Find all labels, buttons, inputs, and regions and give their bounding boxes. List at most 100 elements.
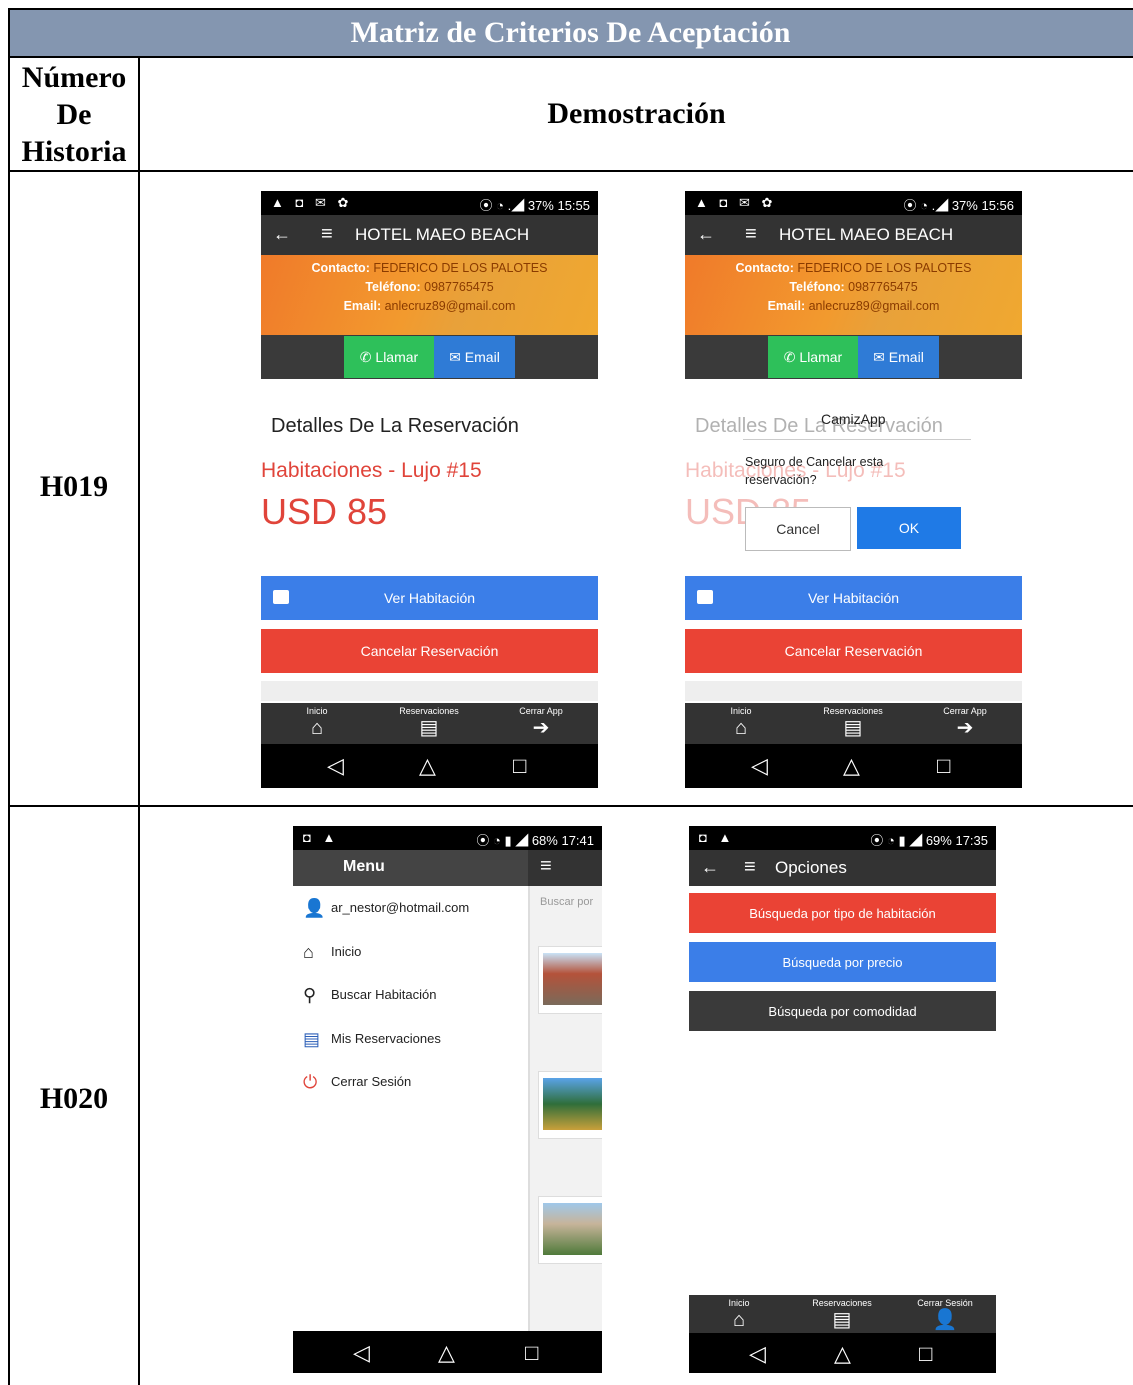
envelope-icon: ✉	[873, 348, 889, 365]
app-bar: ≡	[528, 850, 602, 886]
status-icons: ◘ ▲	[303, 830, 340, 845]
list-icon: ▤	[832, 1309, 852, 1331]
status-bar: ◘ ▲ ⦿ ◔ ▮ ◢ 69% 17:35	[689, 826, 996, 850]
hamburger-menu-icon[interactable]: ≡	[745, 223, 757, 246]
tab-cerrar-app[interactable]: Cerrar App ➔	[501, 706, 581, 740]
phone-screenshot-menu: ◘ ▲ ⦿ ◔ ▮ ◢ 68% 17:41 Menu ≡ Buscar por …	[293, 826, 602, 1373]
phone-value: 0987765475	[424, 280, 494, 294]
hotel-thumbnail[interactable]	[538, 946, 602, 1014]
nav-back-icon[interactable]: ◁	[749, 1341, 766, 1367]
tab-inicio[interactable]: Inicio ⌂	[699, 1298, 779, 1332]
home-icon: ⌂	[734, 717, 748, 739]
user-icon: 👤	[932, 1309, 958, 1331]
background-content: Buscar por	[530, 886, 602, 1331]
exit-icon: ➔	[532, 717, 550, 739]
table-divider	[8, 170, 1133, 172]
option-room-type-button[interactable]: Búsqueda por tipo de habitación	[689, 893, 996, 933]
hamburger-menu-icon[interactable]: ≡	[744, 856, 756, 879]
power-icon: ⏻	[303, 1072, 318, 1092]
menu-title: Menu	[343, 858, 385, 875]
status-bar: ▲ ◘ ✉ ✿ ⦿ ◔ .◢ 37% 15:55	[261, 191, 598, 215]
back-arrow-icon[interactable]: ←	[701, 857, 719, 878]
email-button[interactable]: ✉ Email	[858, 336, 939, 378]
nav-back-icon[interactable]: ◁	[751, 753, 768, 779]
app-title: Opciones	[775, 858, 847, 877]
search-input[interactable]: Buscar por	[540, 896, 593, 908]
header-story-number: Número De Historia	[21, 60, 127, 168]
bottom-tab-bar: Inicio ⌂ Reservaciones ▤ Cerrar Sesión 👤	[689, 1295, 996, 1333]
phone-screenshot-reservation: ▲ ◘ ✉ ✿ ⦿ ◔ .◢ 37% 15:55 ← ≡ HOTEL MAEO …	[261, 191, 598, 788]
phone-screenshot-options: ◘ ▲ ⦿ ◔ ▮ ◢ 69% 17:35 ← ≡ Opciones Búsqu…	[689, 826, 996, 1373]
room-name: Habitaciones - Lujo #15	[261, 459, 482, 482]
view-room-button[interactable]: Ver Habitación	[261, 576, 598, 620]
menu-item-user[interactable]: 👤 ar_nestor@hotmail.com	[303, 898, 469, 919]
story-id: H019	[39, 470, 109, 503]
menu-item-inicio[interactable]: ⌂ Inicio	[303, 942, 361, 963]
cancel-reservation-label: Cancelar Reservación	[784, 643, 923, 659]
tab-cerrar-sesion[interactable]: Cerrar Sesión 👤	[905, 1298, 985, 1332]
nav-home-icon[interactable]: △	[834, 1341, 851, 1367]
tab-reservaciones[interactable]: Reservaciones ▤	[802, 1298, 882, 1332]
android-nav-bar: ◁ △ □	[689, 1333, 996, 1373]
nav-recents-icon[interactable]: □	[513, 753, 526, 779]
tab-inicio[interactable]: Inicio ⌂	[277, 706, 357, 740]
tab-label: Reservaciones	[812, 1298, 872, 1308]
dialog-cancel-button[interactable]: Cancel	[745, 507, 851, 551]
cancel-reservation-button[interactable]: Cancelar Reservación	[685, 629, 1022, 673]
phone-label: Teléfono:	[365, 280, 421, 294]
view-room-button[interactable]: Ver Habitación	[685, 576, 1022, 620]
hamburger-menu-icon[interactable]: ≡	[321, 223, 333, 246]
menu-item-cerrar-sesion[interactable]: ⏻ Cerrar Sesión	[303, 1072, 411, 1093]
hotel-photo	[543, 1078, 602, 1130]
menu-item-buscar[interactable]: ⚲ Buscar Habitación	[303, 985, 437, 1006]
nav-back-icon[interactable]: ◁	[353, 1340, 370, 1366]
app-title: HOTEL MAEO BEACH	[355, 225, 530, 244]
tab-cerrar-app[interactable]: Cerrar App ➔	[925, 706, 1005, 740]
menu-item-label: Mis Reservaciones	[331, 1030, 441, 1046]
back-arrow-icon[interactable]: ←	[697, 224, 715, 245]
app-title: HOTEL MAEO BEACH	[779, 225, 954, 244]
hotel-thumbnail[interactable]	[538, 1196, 602, 1264]
status-clock: ⦿ ◔ ▮ ◢ 69% 17:35	[870, 833, 988, 848]
tab-label: Reservaciones	[823, 706, 883, 716]
tab-label: Inicio	[728, 1298, 750, 1308]
cancel-reservation-button[interactable]: Cancelar Reservación	[261, 629, 598, 673]
back-arrow-icon[interactable]: ←	[273, 224, 291, 245]
list-icon: ▤	[303, 1029, 321, 1049]
dialog-ok-button[interactable]: OK	[857, 507, 961, 549]
nav-recents-icon[interactable]: □	[937, 753, 950, 779]
hotel-thumbnail[interactable]	[538, 1071, 602, 1139]
divider	[261, 681, 598, 701]
dialog-message-line: reservación?	[745, 473, 817, 487]
dialog-message-line: Seguro de Cancelar esta	[745, 455, 884, 469]
nav-home-icon[interactable]: △	[419, 753, 436, 779]
status-icons: ▲ ◘ ✉ ✿	[695, 195, 777, 210]
email-button[interactable]: ✉ Email	[434, 336, 515, 378]
nav-home-icon[interactable]: △	[843, 753, 860, 779]
call-button[interactable]: ✆ Llamar	[768, 336, 858, 378]
call-button[interactable]: ✆ Llamar	[344, 336, 434, 378]
story-id: H020	[39, 1082, 109, 1115]
hamburger-menu-icon[interactable]: ≡	[540, 855, 552, 878]
phone-value: 0987765475	[848, 280, 918, 294]
tab-reservaciones[interactable]: Reservaciones ▤	[813, 706, 893, 740]
home-icon: ⌂	[732, 1309, 746, 1331]
nav-recents-icon[interactable]: □	[919, 1341, 932, 1367]
nav-back-icon[interactable]: ◁	[327, 753, 344, 779]
app-bar: ← ≡ Opciones	[689, 850, 996, 886]
tab-reservaciones[interactable]: Reservaciones ▤	[389, 706, 469, 740]
tab-label: Cerrar Sesión	[917, 1298, 973, 1308]
table-border-top	[8, 8, 1133, 10]
option-price-button[interactable]: Búsqueda por precio	[689, 942, 996, 982]
menu-item-label: Buscar Habitación	[331, 986, 437, 1002]
status-clock: ⦿ ◔ .◢ 37% 15:56	[903, 198, 1014, 213]
phone-icon: ✆	[359, 348, 376, 365]
app-bar: ← ≡ HOTEL MAEO BEACH	[261, 215, 598, 255]
menu-item-reservaciones[interactable]: ▤ Mis Reservaciones	[303, 1029, 441, 1050]
nav-recents-icon[interactable]: □	[525, 1340, 538, 1366]
cancel-reservation-label: Cancelar Reservación	[360, 643, 499, 659]
tab-inicio[interactable]: Inicio ⌂	[701, 706, 781, 740]
menu-item-label: Cerrar Sesión	[331, 1073, 412, 1089]
option-amenity-button[interactable]: Búsqueda por comodidad	[689, 991, 996, 1031]
nav-home-icon[interactable]: △	[438, 1340, 455, 1366]
